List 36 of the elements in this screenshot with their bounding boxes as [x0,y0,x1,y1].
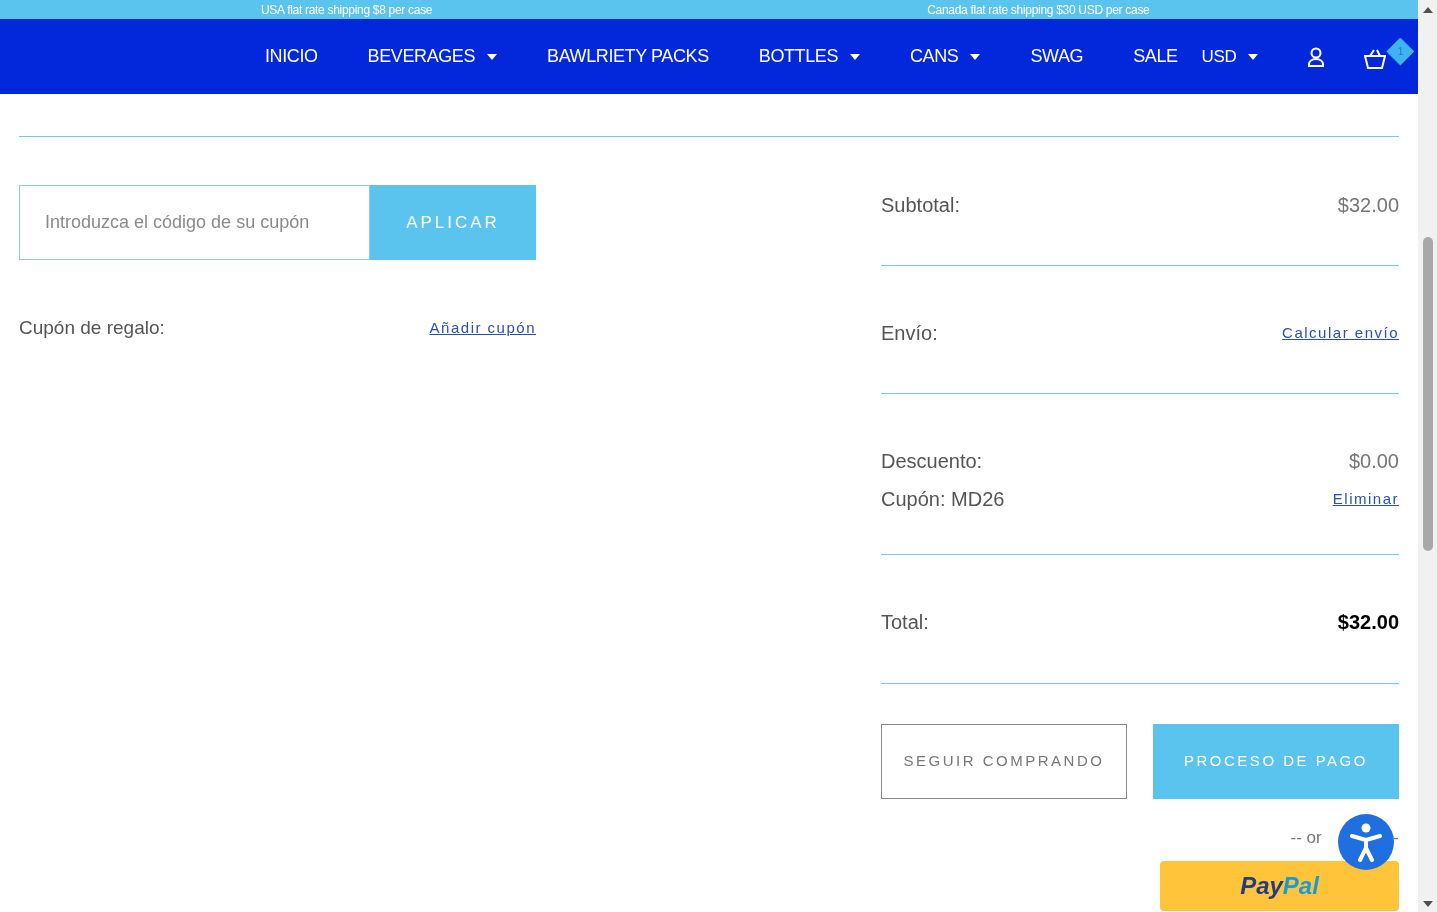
continue-shopping-button[interactable]: SEGUIR COMPRANDO [881,724,1127,799]
nav-link[interactable]: SALE [1133,43,1178,70]
paypal-button[interactable]: PayPal [1160,861,1399,911]
accessibility-icon [1349,822,1383,862]
remove-coupon-link[interactable]: Eliminar [1332,487,1399,511]
accessibility-button[interactable] [1338,814,1394,870]
discount-label: Descuento: [881,449,983,474]
coupon-code-label: Cupón: MD26 [881,487,1005,512]
total-label: Total: [881,610,929,635]
scrollbar[interactable] [1418,0,1437,912]
nav-link[interactable]: INICIO [265,43,318,70]
basket-icon[interactable] [1364,47,1387,70]
nav-link[interactable]: BOTTLES [758,43,860,70]
discount-value: $0.00 [1348,449,1399,474]
coupon-code-field[interactable]: Introduzca el código de su cupón [19,185,370,260]
gift-coupon-label: Cupón de regalo: [19,316,165,340]
add-coupon-link[interactable]: Añadir cupón [429,317,536,340]
user-icon[interactable] [1308,46,1325,67]
scrollbar-thumb[interactable] [1422,237,1433,551]
currency-selector[interactable]: USD [1201,43,1259,70]
nav-link[interactable]: SWAG [1030,43,1084,70]
cart-count-badge: 1 [1386,37,1415,66]
scroll-down-icon[interactable] [1422,901,1433,907]
total-value: $32.00 [1337,610,1399,635]
subtotal-value: $32.00 [1337,193,1399,218]
nav-link[interactable]: CANS [910,43,981,70]
scroll-up-icon[interactable] [1422,7,1433,13]
announcement-text: USA flat rate shipping $8 per case [261,1,433,19]
subtotal-label: Subtotal: [881,193,960,218]
nav-link[interactable]: BAWLRIETY PACKS [547,43,709,70]
caret-icon [1248,53,1259,60]
nav-link[interactable]: BEVERAGES [367,43,498,70]
shipping-label: Envío: [881,321,938,346]
separator-text: -- or [1290,827,1322,847]
announcement-text: Canada flat rate shipping $30 USD per case [927,1,1150,19]
calculate-shipping-link[interactable]: Calcular envío [1282,322,1399,345]
